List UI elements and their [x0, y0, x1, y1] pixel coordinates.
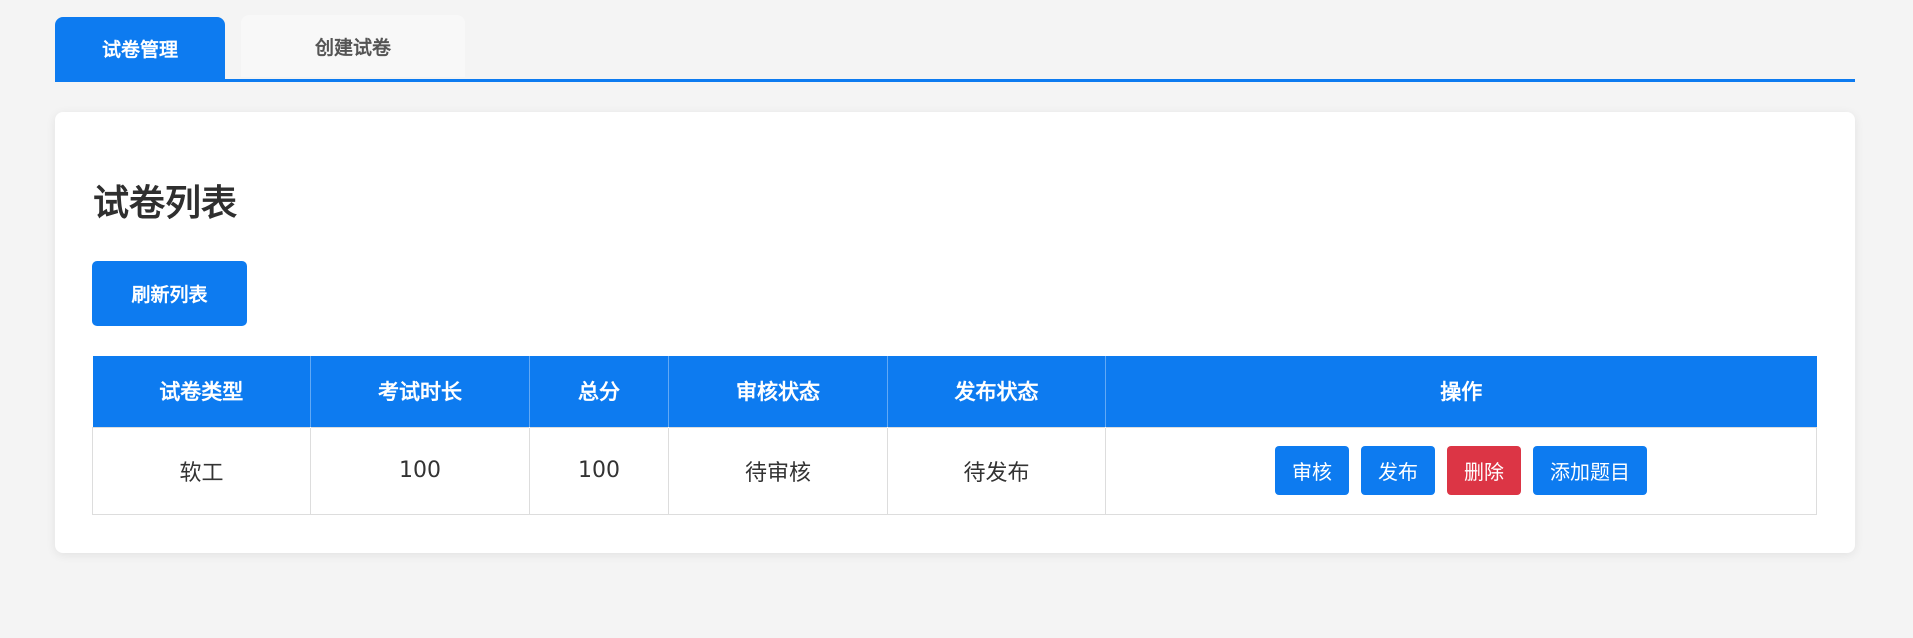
- table-row: 软工 100 100 待审核 待发布 审核 发布 删除 添加题目: [92, 426, 1817, 515]
- card-title: 试卷列表: [93, 183, 238, 224]
- header-review-status: 审核状态: [668, 356, 888, 427]
- header-publish-status: 发布状态: [887, 356, 1106, 427]
- header-actions: 操作: [1105, 356, 1817, 427]
- delete-button[interactable]: 删除: [1447, 446, 1521, 495]
- tab-bar: 试卷管理 创建试卷: [55, 15, 1855, 82]
- tab-paper-management[interactable]: 试卷管理: [55, 17, 225, 79]
- cell-publish-status: 待发布: [887, 426, 1106, 515]
- review-button[interactable]: 审核: [1275, 446, 1349, 495]
- header-total-score: 总分: [529, 356, 669, 427]
- header-exam-duration: 考试时长: [310, 356, 530, 427]
- action-buttons: 审核 发布 删除 添加题目: [1106, 446, 1816, 495]
- paper-table: 试卷类型 考试时长 总分 审核状态 发布状态 操作 软工 100 100 待审核…: [92, 356, 1817, 515]
- refresh-list-button[interactable]: 刷新列表: [92, 261, 247, 326]
- paper-list-card: 试卷列表 刷新列表 试卷类型 考试时长 总分 审核状态 发布状态 操作 软工 1…: [55, 112, 1855, 553]
- publish-button[interactable]: 发布: [1361, 446, 1435, 495]
- cell-total-score: 100: [529, 426, 669, 515]
- cell-paper-type: 软工: [92, 426, 311, 515]
- header-paper-type: 试卷类型: [92, 356, 311, 427]
- cell-review-status: 待审核: [668, 426, 888, 515]
- cell-actions: 审核 发布 删除 添加题目: [1105, 426, 1817, 515]
- add-question-button[interactable]: 添加题目: [1533, 446, 1647, 495]
- page: 试卷管理 创建试卷 试卷列表 刷新列表 试卷类型 考试时长 总分 审核状态 发布…: [0, 0, 1913, 638]
- tab-create-paper[interactable]: 创建试卷: [241, 15, 465, 77]
- cell-exam-duration: 100: [310, 426, 530, 515]
- table-header-row: 试卷类型 考试时长 总分 审核状态 发布状态 操作: [92, 356, 1817, 427]
